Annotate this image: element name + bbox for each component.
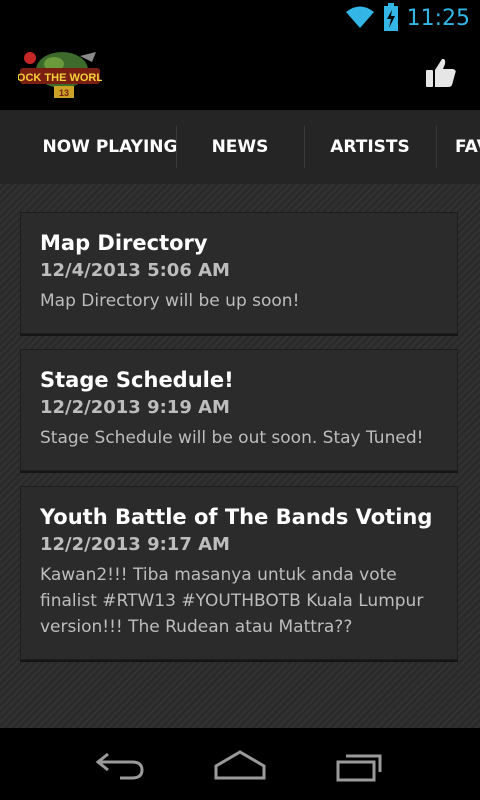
news-title: Map Directory: [40, 231, 208, 255]
news-body: Kawan2!!! Tiba masanya untuk anda vote f…: [40, 565, 424, 637]
battery-charging-icon: [383, 3, 399, 35]
tab-artists[interactable]: ARTISTS: [304, 110, 436, 184]
back-icon: [90, 752, 150, 788]
tab-news[interactable]: NEWS: [176, 110, 304, 184]
news-card[interactable]: Youth Battle of The Bands Voting 12/2/20…: [20, 486, 458, 660]
recent-apps-icon: [330, 754, 390, 788]
news-date: 12/2/2013 9:17 AM: [40, 534, 230, 555]
news-body: Map Directory will be up soon!: [40, 291, 300, 311]
news-list[interactable]: Map Directory 12/4/2013 5:06 AM Map Dire…: [0, 184, 480, 728]
news-card[interactable]: Map Directory 12/4/2013 5:06 AM Map Dire…: [20, 212, 458, 334]
status-clock: 11:25: [406, 6, 470, 31]
tab-bar: NOW PLAYING NEWS ARTISTS FAV: [0, 110, 480, 184]
thumbs-up-icon: [424, 58, 458, 94]
news-title: Youth Battle of The Bands Voting: [40, 505, 433, 529]
status-bar: 11:25: [0, 0, 480, 38]
system-nav-bar: [0, 728, 480, 800]
svg-text:ROCK THE WORLD: ROCK THE WORLD: [18, 72, 102, 84]
back-button[interactable]: [90, 744, 150, 784]
tab-label: ARTISTS: [330, 137, 410, 157]
news-card[interactable]: Stage Schedule! 12/2/2013 9:19 AM Stage …: [20, 349, 458, 471]
news-title: Stage Schedule!: [40, 368, 234, 392]
tab-label: FAV: [455, 137, 480, 157]
home-icon: [210, 750, 270, 788]
recent-apps-button[interactable]: [330, 744, 390, 784]
tab-now-playing[interactable]: NOW PLAYING: [38, 110, 182, 184]
wifi-icon: [345, 5, 375, 33]
home-button[interactable]: [210, 744, 270, 784]
action-bar: ROCK THE WORLD 13: [0, 38, 480, 110]
tab-label: NEWS: [211, 137, 269, 157]
app-logo[interactable]: ROCK THE WORLD 13: [9, 48, 111, 100]
news-body: Stage Schedule will be out soon. Stay Tu…: [40, 428, 424, 448]
svg-text:13: 13: [59, 88, 69, 98]
tab-label: NOW PLAYING: [42, 137, 178, 157]
news-date: 12/4/2013 5:06 AM: [40, 260, 230, 281]
like-button[interactable]: [424, 56, 458, 90]
tab-divider: [436, 126, 437, 168]
tab-fav[interactable]: FAV: [455, 110, 480, 184]
news-date: 12/2/2013 9:19 AM: [40, 397, 230, 418]
